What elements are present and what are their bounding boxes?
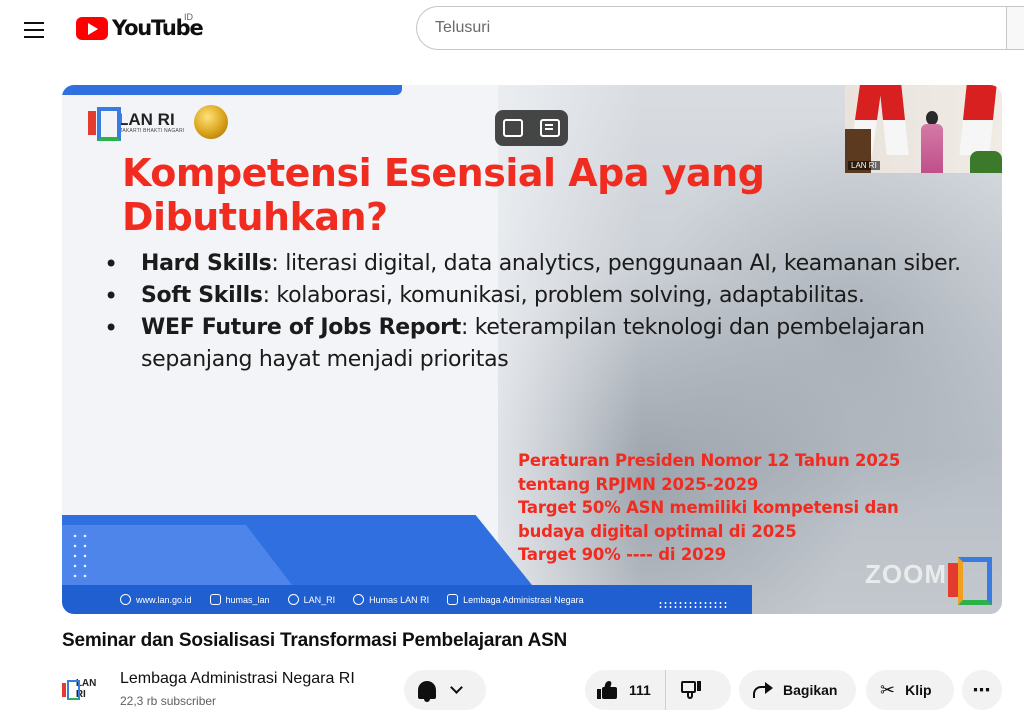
speaker-person (919, 111, 945, 173)
thumbs-down-icon (680, 681, 701, 699)
miniplayer-icon[interactable] (503, 119, 524, 137)
footer-link: Lembaga Administrasi Negara (447, 594, 584, 605)
globe-icon (120, 594, 131, 605)
footer-link: www.lan.go.id (120, 594, 192, 605)
zoom-watermark: ZOOM (865, 559, 947, 589)
bell-icon (418, 681, 436, 702)
video-title: Seminar dan Sosialisasi Transformasi Pem… (62, 630, 568, 651)
more-icon: ⋯ (972, 679, 992, 700)
slide-bullet-list: Hard Skills: literasi digital, data anal… (104, 248, 974, 376)
video-player[interactable]: LAN RI MAKARTI BHAKTI NAGARI LAN RI Komp… (62, 85, 1002, 614)
dislike-button[interactable] (666, 670, 716, 710)
x-icon (287, 594, 299, 605)
slide-top-accent (62, 85, 402, 95)
channel-name[interactable]: Lembaga Administrasi Negara RI (120, 670, 355, 688)
flag-right (959, 85, 997, 155)
like-dislike-group: 111 (585, 670, 731, 710)
slide-red-note: Peraturan Presiden Nomor 12 Tahun 2025 t… (518, 451, 901, 564)
slide-title: Kompetensi Esensial Apa yang Dibutuhkan? (122, 151, 765, 239)
hamburger-menu-icon[interactable] (14, 10, 54, 50)
speaker-label: LAN RI (848, 161, 880, 170)
country-code: ID (184, 12, 193, 22)
channel-avatar-text: LAN RI (75, 678, 97, 700)
subscription-bell-button[interactable] (404, 670, 486, 710)
slide-footer-bar: www.lan.go.id humas_lan LAN_RI Humas LAN… (62, 585, 752, 614)
footer-dot-pattern (658, 601, 728, 609)
channel-logo-icon (62, 680, 80, 700)
flag-middle (879, 85, 909, 155)
top-bar: YouTube ID (0, 0, 1024, 56)
subscriber-count: 22,3 rb subscriber (120, 694, 217, 708)
share-arrow-icon (753, 682, 773, 698)
slide-bullet: Hard Skills: literasi digital, data anal… (104, 248, 974, 280)
footer-link: humas_lan (209, 594, 270, 605)
speaker-inset-video: LAN RI (845, 85, 1002, 173)
clip-button[interactable]: ✂ Klip (866, 670, 954, 710)
youtube-icon (447, 594, 459, 605)
plant (970, 151, 1002, 173)
summary-notes-icon[interactable] (539, 119, 560, 137)
footer-link: Humas LAN RI (353, 594, 429, 605)
search-button[interactable] (1006, 6, 1024, 50)
lan-ri-logo-subtitle: MAKARTI BHAKTI NAGARI (118, 127, 185, 134)
share-button[interactable]: Bagikan (739, 670, 856, 710)
more-actions-button[interactable]: ⋯ (962, 670, 1002, 710)
slide-bullet: Soft Skills: kolaborasi, komunikasi, pro… (104, 280, 974, 312)
search-input[interactable] (416, 6, 1016, 50)
player-overlay-controls (495, 110, 568, 146)
footer-link: LAN_RI (287, 594, 335, 605)
thumbs-up-icon (597, 681, 617, 699)
award-medal-icon (194, 105, 228, 139)
lan-ri-logo: LAN RI MAKARTI BHAKTI NAGARI (88, 107, 185, 141)
lan-ri-mark-icon (88, 107, 121, 141)
clip-label: Klip (905, 682, 932, 698)
lan-ri-corner-logo-icon (948, 557, 992, 605)
like-button[interactable]: 111 (597, 670, 666, 710)
facebook-icon (353, 594, 365, 605)
share-label: Bagikan (783, 682, 838, 698)
channel-avatar[interactable]: LAN RI (62, 677, 104, 701)
scissors-icon: ✂ (880, 680, 896, 700)
slide-dot-pattern (70, 531, 90, 579)
like-count: 111 (629, 682, 651, 698)
instagram-icon (209, 594, 221, 605)
chevron-down-icon (450, 681, 463, 694)
youtube-play-icon (76, 16, 108, 40)
lan-ri-logo-title: LAN RI (118, 109, 175, 129)
slide-bullet: WEF Future of Jobs Report: keterampilan … (104, 312, 974, 376)
